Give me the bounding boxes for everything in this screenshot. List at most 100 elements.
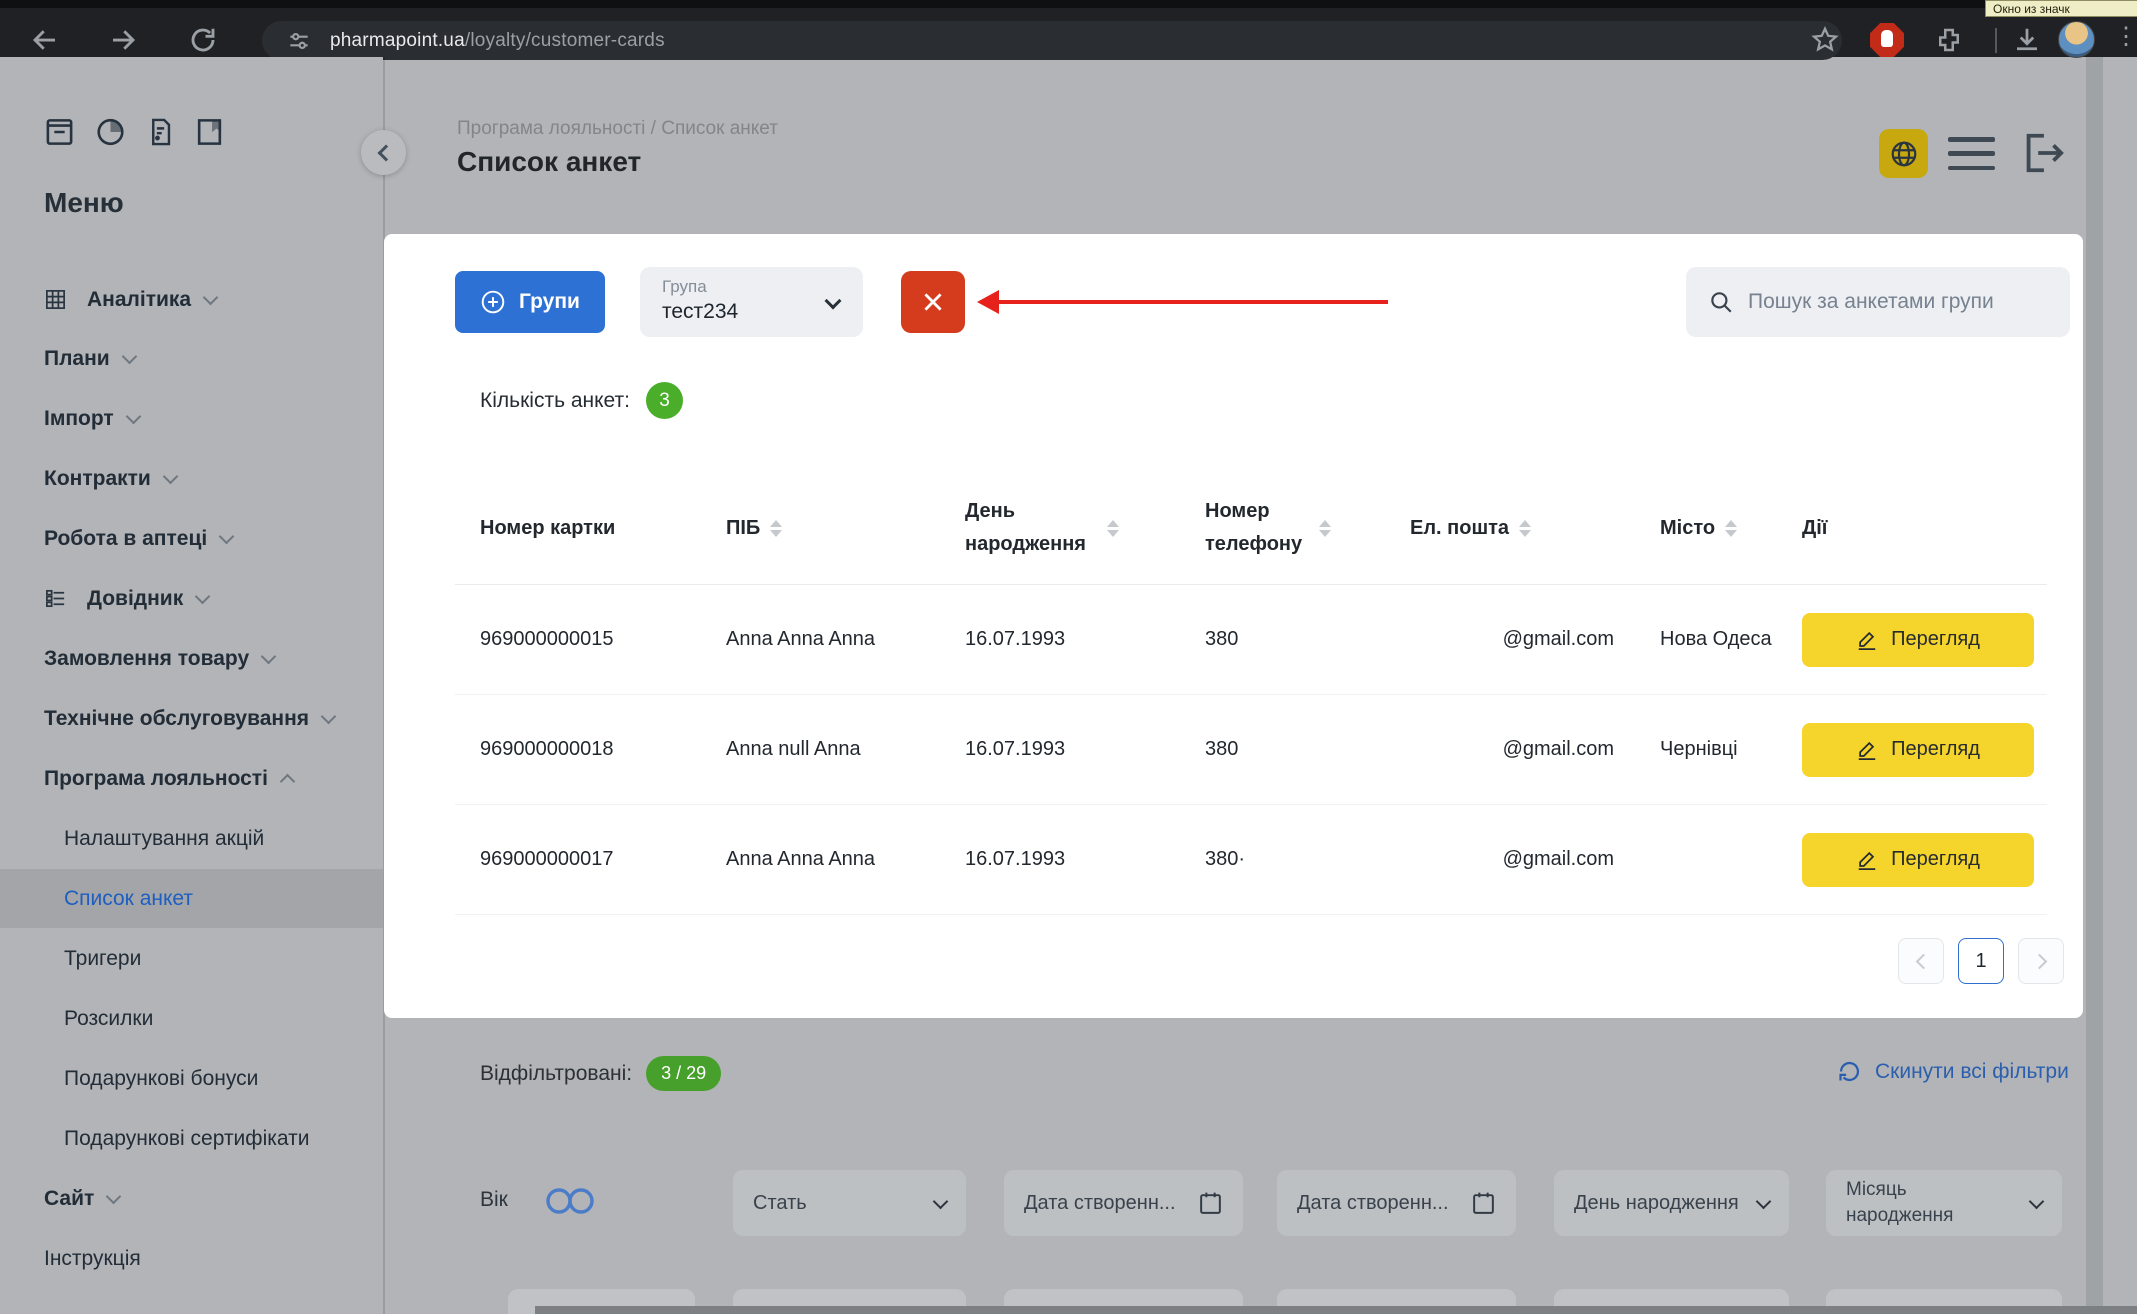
site-info-icon[interactable] (286, 28, 312, 54)
sidebar-item-gift-bonuses[interactable]: Подарункові бонуси (0, 1049, 383, 1108)
created-to-label: Дата створенн... (1297, 1192, 1449, 1215)
column-header-city[interactable]: Місто (1660, 512, 1802, 545)
cell-phone: 380· (1205, 848, 1410, 871)
pagination-next-button[interactable] (2018, 938, 2064, 984)
group-select-value: тест234 (662, 300, 841, 324)
profile-avatar[interactable] (2058, 21, 2095, 58)
sidebar-item-directory[interactable]: Довідник (0, 569, 383, 628)
view-button[interactable]: Перегляд (1802, 613, 2034, 667)
filtered-summary: Відфільтровані: 3 / 29 (480, 1056, 721, 1091)
sidebar-item-goods-order[interactable]: Замовлення товару (0, 629, 383, 688)
view-button[interactable]: Перегляд (1802, 833, 2034, 887)
back-icon[interactable] (30, 25, 60, 55)
view-button[interactable]: Перегляд (1802, 723, 2034, 777)
sort-icon[interactable] (1107, 520, 1119, 537)
sidebar-item-mailings[interactable]: Розсилки (0, 989, 383, 1048)
sidebar-item-label: Налаштування акцій (64, 827, 264, 851)
reload-icon[interactable] (188, 25, 218, 55)
chevron-down-icon (125, 408, 141, 424)
cell-birthday: 16.07.1993 (965, 628, 1205, 651)
group-select-label: Група (662, 277, 841, 297)
sidebar-item-promo-settings[interactable]: Налаштування акцій (0, 809, 383, 868)
pie-chart-icon[interactable] (94, 115, 127, 149)
groups-button[interactable]: Групи (455, 271, 605, 333)
sort-icon[interactable] (770, 520, 782, 537)
column-header-card-number[interactable]: Номер картки (480, 512, 726, 545)
url-bar[interactable]: pharmapoint.ua/loyalty/customer-cards (262, 21, 1842, 60)
content-card: Групи Група тест234 Кількість анкет: 3 Н… (384, 234, 2083, 1018)
sidebar-item-label: Довідник (87, 587, 183, 611)
archive-icon[interactable] (44, 115, 75, 149)
edit-pencil-icon (1856, 849, 1878, 871)
chevron-down-icon (203, 289, 219, 305)
sidebar-item-plans[interactable]: Плани (0, 329, 383, 388)
created-date-from-filter[interactable]: Дата створенн... (1004, 1170, 1243, 1236)
pagination: 1 (1898, 938, 2064, 984)
extensions-icon[interactable] (1934, 25, 1964, 55)
search-box[interactable] (1686, 267, 2070, 337)
sidebar-item-loyalty-program[interactable]: Програма лояльності (0, 749, 383, 808)
sidebar-item-label: Список анкет (64, 887, 193, 911)
logout-button[interactable] (2019, 127, 2065, 179)
sidebar-item-triggers[interactable]: Тригери (0, 929, 383, 988)
download-icon[interactable] (2012, 25, 2042, 55)
cell-birthday: 16.07.1993 (965, 848, 1205, 871)
cell-city: Нова Одеса (1660, 624, 1802, 655)
window-tooltip: Окно из значк (1985, 0, 2137, 17)
sort-icon[interactable] (1725, 520, 1737, 537)
browser-menu-icon[interactable]: ⋮ (2114, 22, 2137, 51)
group-select[interactable]: Група тест234 (640, 267, 863, 337)
sidebar-item-import[interactable]: Імпорт (0, 389, 383, 448)
clear-group-button[interactable] (901, 271, 965, 333)
filtered-badge: 3 / 29 (646, 1056, 721, 1091)
sidebar-item-label: Подарункові бонуси (64, 1067, 258, 1091)
sidebar-item-analytics[interactable]: Аналітика (0, 270, 383, 329)
column-header-phone[interactable]: Номер телефону (1205, 495, 1410, 561)
search-input[interactable] (1748, 290, 2048, 314)
vertical-scrollbar[interactable] (2086, 57, 2103, 1306)
column-header-birthday[interactable]: День народження (965, 495, 1205, 561)
sidebar-item-site[interactable]: Сайт (0, 1169, 383, 1228)
created-date-to-filter[interactable]: Дата створенн... (1277, 1170, 1516, 1236)
document-icon[interactable] (146, 115, 175, 149)
forward-icon[interactable] (108, 25, 138, 55)
adblock-icon[interactable] (1870, 23, 1904, 57)
sidebar-item-pharmacy-work[interactable]: Робота в аптеці (0, 509, 383, 568)
created-from-label: Дата створенн... (1024, 1192, 1176, 1215)
horizontal-scrollbar[interactable] (535, 1306, 2137, 1314)
birth-month-filter[interactable]: Місяць народження (1826, 1170, 2062, 1236)
filtered-label: Відфільтровані: (480, 1062, 632, 1086)
sidebar-item-customer-cards[interactable]: Список анкет (0, 869, 383, 928)
cell-card-number: 969000000018 (480, 738, 726, 761)
birth-day-filter[interactable]: День народження (1554, 1170, 1789, 1236)
column-header-name[interactable]: ПІБ (726, 512, 965, 545)
bookmark-star-icon[interactable] (1810, 25, 1840, 55)
chevron-down-icon (2029, 1193, 2045, 1209)
book-icon[interactable] (194, 115, 225, 149)
sidebar-collapse-button[interactable] (361, 130, 406, 175)
chevron-left-icon (1915, 953, 1931, 969)
reset-filters-link[interactable]: Скинути всі фільтри (1836, 1058, 2069, 1085)
edit-pencil-icon (1856, 739, 1878, 761)
birth-month-label: Місяць народження (1846, 1177, 1968, 1228)
sidebar-item-contracts[interactable]: Контракти (0, 449, 383, 508)
sidebar-item-maintenance[interactable]: Технічне обслуговування (0, 689, 383, 748)
sidebar-item-label: Робота в аптеці (44, 527, 207, 551)
pagination-prev-button[interactable] (1898, 938, 1944, 984)
sidebar-item-gift-certificates[interactable]: Подарункові сертифікати (0, 1109, 383, 1168)
gender-filter[interactable]: Стать (733, 1170, 966, 1236)
sort-icon[interactable] (1319, 520, 1331, 537)
pagination-page-1[interactable]: 1 (1958, 938, 2004, 984)
screen: pharmapoint.ua/loyalty/customer-cards ⋮ … (0, 0, 2137, 1314)
language-globe-button[interactable] (1879, 129, 1928, 178)
sidebar-item-label: Контракти (44, 467, 151, 491)
url-domain: pharmapoint.ua (330, 30, 465, 51)
sort-icon[interactable] (1519, 520, 1531, 537)
close-icon (920, 289, 946, 315)
column-header-email[interactable]: Ел. пошта (1410, 512, 1660, 545)
sidebar-item-instruction[interactable]: Інструкція (0, 1229, 383, 1288)
chevron-down-icon (933, 1193, 949, 1209)
infinity-icon[interactable] (543, 1184, 597, 1218)
menu-toggle-button[interactable] (1948, 137, 1995, 170)
table-row: 969000000017 Anna Anna Anna 16.07.1993 3… (455, 805, 2047, 915)
